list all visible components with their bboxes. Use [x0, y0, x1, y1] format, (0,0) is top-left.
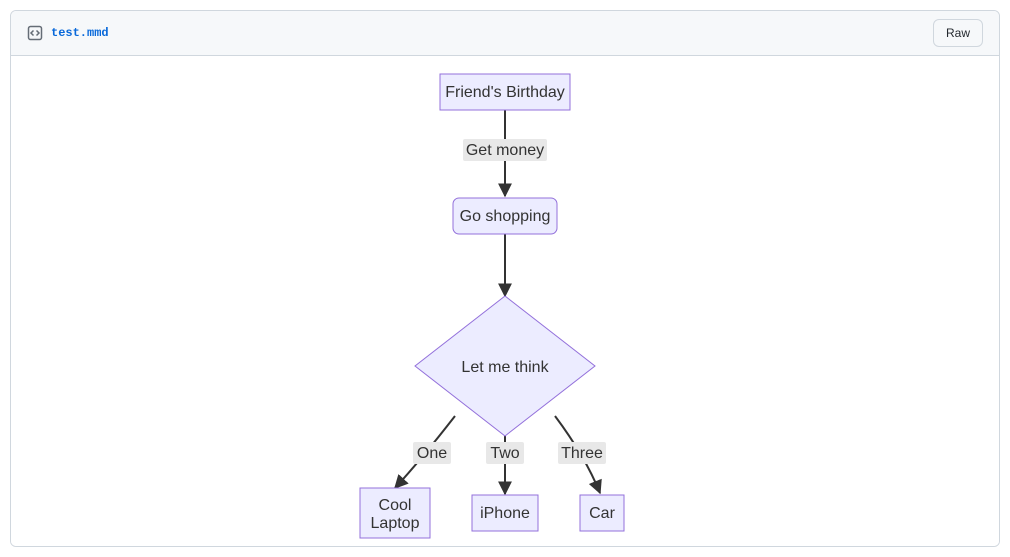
edge-label-get-money: Get money — [466, 142, 544, 159]
mermaid-diagram: Get money One Two Three — [185, 56, 825, 546]
svg-text:iPhone: iPhone — [480, 505, 530, 522]
node-d-cool-laptop: Cool Laptop — [360, 488, 430, 538]
node-c-let-me-think: Let me think — [415, 296, 595, 436]
filename-link[interactable]: test.mmd — [51, 26, 109, 40]
svg-text:Friend's Birthday: Friend's Birthday — [445, 84, 565, 101]
edge-a-b: Get money — [463, 109, 547, 196]
file-header: test.mmd Raw — [11, 11, 999, 56]
svg-text:Let me think: Let me think — [461, 359, 549, 376]
file-panel: test.mmd Raw Get money One — [10, 10, 1000, 547]
node-b-go-shopping: Go shopping — [453, 198, 557, 234]
svg-text:Car: Car — [589, 505, 615, 522]
file-info: test.mmd — [27, 25, 109, 41]
edge-label-three: Three — [561, 445, 603, 462]
code-square-icon — [27, 25, 43, 41]
svg-text:Laptop: Laptop — [371, 515, 420, 532]
file-body: Get money One Two Three — [11, 56, 999, 546]
raw-button[interactable]: Raw — [933, 19, 983, 47]
edge-c-d: One — [395, 416, 455, 488]
svg-text:Go shopping: Go shopping — [460, 208, 551, 225]
svg-text:Cool: Cool — [379, 497, 412, 514]
edge-c-f: Three — [555, 416, 606, 493]
node-f-car: Car — [580, 495, 624, 531]
edge-c-e: Two — [486, 436, 524, 494]
node-e-iphone: iPhone — [472, 495, 538, 531]
edge-label-one: One — [417, 445, 447, 462]
edge-label-two: Two — [490, 445, 519, 462]
node-a-friends-birthday: Friend's Birthday — [440, 74, 570, 110]
